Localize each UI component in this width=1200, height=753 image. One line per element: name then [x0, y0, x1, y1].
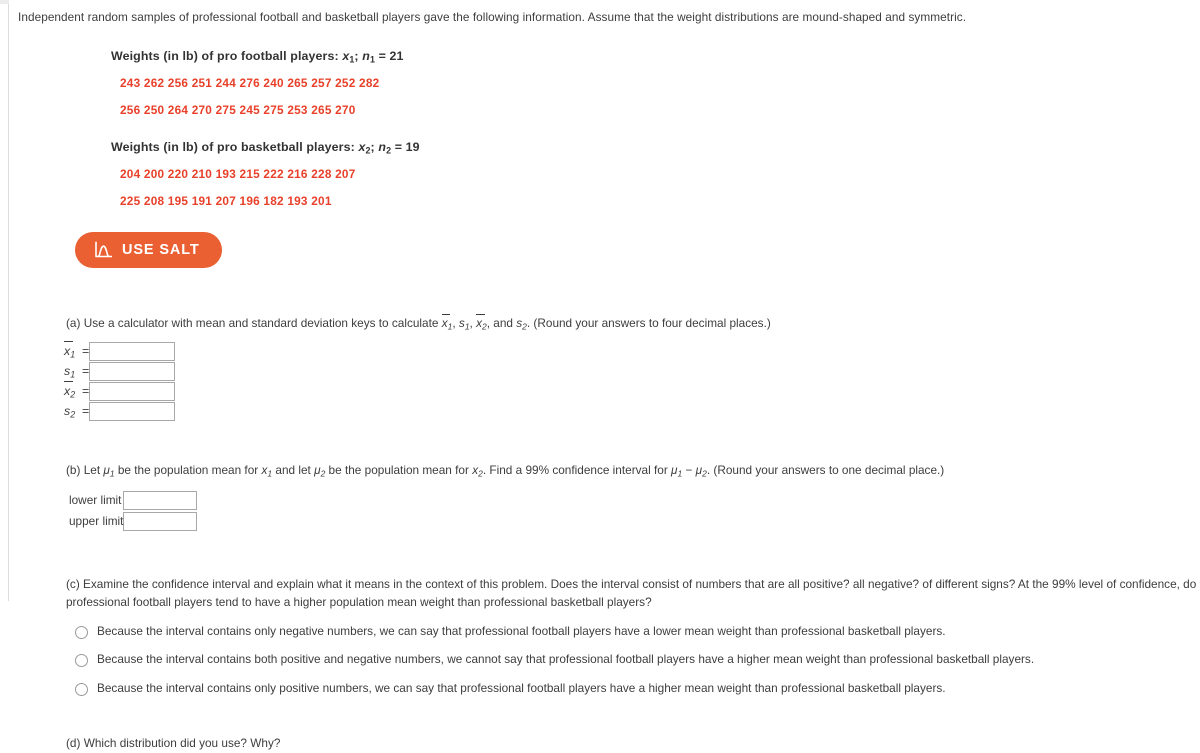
part-d-section: (d) Which distribution did you use? Why? — [66, 735, 1200, 753]
xbar2-input[interactable] — [89, 382, 176, 402]
option-label-1[interactable]: Because the interval contains only negat… — [97, 624, 946, 639]
part-b-mu1: μ1 — [103, 462, 115, 479]
part-a-text-4: , and — [486, 316, 517, 331]
part-b-limits-table: lower limit upper limit — [69, 490, 198, 532]
part-b-minus: − — [682, 462, 696, 477]
radio-option-2[interactable] — [75, 654, 88, 668]
option-label-3[interactable]: Because the interval contains only posit… — [97, 681, 946, 696]
xbar1-input[interactable] — [89, 342, 176, 362]
radio-option-3[interactable] — [75, 682, 88, 696]
basketball-title-prefix: Weights (in lb) of pro basketball player… — [111, 140, 359, 155]
normal-curve-icon — [94, 241, 113, 259]
basketball-title-eq: = 19 — [391, 140, 420, 155]
part-a-answer-table: x1 = s1 = x2 = s2 = — [64, 341, 176, 422]
part-a-text-5: . (Round your answers to four decimal pl… — [526, 316, 771, 331]
part-b-prompt: (b) Let μ1 be the population mean for x1… — [66, 462, 1200, 480]
basketball-data-row-1: 204 200 220 210 193 215 222 216 228 207 — [120, 167, 356, 182]
part-d-prompt: (d) Which distribution did you use? Why? — [66, 735, 281, 750]
label-s1: s1 = — [64, 364, 90, 381]
part-b-section: (b) Let μ1 be the population mean for x1… — [66, 462, 1200, 533]
football-title-eq: = 21 — [375, 49, 404, 64]
answer-row-xbar1: x1 = — [64, 341, 176, 362]
option-row-2[interactable]: Because the interval contains both posit… — [75, 652, 1200, 668]
use-salt-button[interactable]: USE SALT — [75, 232, 222, 269]
part-c-section: (c) Examine the confidence interval and … — [66, 576, 1200, 696]
part-b-text-3: and let — [272, 462, 315, 477]
part-b-mu1-b: μ1 — [671, 462, 683, 479]
part-b-text-5: . Find a 99% confidence interval for — [482, 462, 672, 477]
s2-input[interactable] — [89, 402, 176, 422]
part-a-s2: s2 — [516, 316, 527, 332]
part-b-mu2-b: μ2 — [695, 462, 707, 479]
upper-limit-label: upper limit — [69, 514, 124, 529]
part-b-text-2: be the population mean for — [114, 462, 262, 477]
lower-limit-input[interactable] — [123, 491, 198, 511]
label-xbar1: x1 = — [64, 341, 90, 361]
basketball-data-block: Weights (in lb) of pro basketball player… — [111, 140, 1200, 208]
option-row-3[interactable]: Because the interval contains only posit… — [75, 681, 1200, 696]
football-title-n: n — [362, 49, 370, 64]
part-b-x1: x1 — [261, 462, 273, 479]
part-a-xbar1: x1 — [441, 313, 453, 332]
part-a-text-1: (a) Use a calculator with mean and stand… — [66, 316, 442, 331]
part-b-x2: x2 — [472, 462, 483, 479]
salt-button-container: USE SALT — [75, 232, 1200, 269]
football-data-block: Weights (in lb) of pro football players:… — [111, 49, 1200, 117]
football-data-row-1: 243 262 256 251 244 276 240 265 257 252 … — [120, 76, 380, 91]
part-c-prompt: (c) Examine the confidence interval and … — [66, 577, 1197, 610]
part-a-prompt: (a) Use a calculator with mean and stand… — [66, 313, 1200, 333]
football-title-prefix: Weights (in lb) of pro football players: — [111, 49, 343, 64]
question-content: Independent random samples of profession… — [9, 0, 1200, 753]
basketball-data-row-2: 225 208 195 191 207 196 182 193 201 — [120, 194, 332, 209]
part-b-mu2: μ2 — [314, 462, 326, 479]
part-a-section: (a) Use a calculator with mean and stand… — [64, 313, 1200, 422]
answer-row-s2: s2 = — [64, 402, 176, 422]
football-data-row-2: 256 250 264 270 275 245 275 253 265 270 — [120, 103, 356, 118]
lower-limit-label: lower limit — [69, 493, 122, 508]
part-c-options: Because the interval contains only negat… — [75, 624, 1200, 696]
label-xbar2: x2 = — [64, 381, 90, 401]
part-a-text-2: , — [452, 316, 459, 331]
label-s2: s2 = — [64, 404, 90, 421]
part-a-xbar2: x2 — [476, 313, 487, 332]
use-salt-button-label: USE SALT — [122, 242, 200, 259]
radio-option-1[interactable] — [75, 625, 88, 639]
part-b-text-6: . (Round your answers to one decimal pla… — [706, 462, 945, 477]
problem-intro: Independent random samples of profession… — [18, 10, 967, 24]
upper-limit-row: upper limit — [69, 511, 198, 532]
upper-limit-input[interactable] — [123, 512, 198, 532]
question-page: Independent random samples of profession… — [9, 0, 1200, 750]
option-label-2[interactable]: Because the interval contains both posit… — [97, 652, 1034, 667]
answer-row-xbar2: x2 = — [64, 381, 176, 402]
basketball-title-n: n — [378, 140, 387, 155]
answer-row-s1: s1 = — [64, 362, 176, 382]
s1-input[interactable] — [89, 362, 176, 382]
football-data-title: Weights (in lb) of pro football players:… — [111, 49, 1200, 64]
basketball-data-title: Weights (in lb) of pro basketball player… — [111, 140, 1200, 155]
lower-limit-row: lower limit — [69, 490, 198, 511]
part-b-text-4: be the population mean for — [325, 462, 473, 477]
part-a-s1: s1 — [458, 316, 470, 332]
part-b-text-1: (b) Let — [66, 462, 104, 477]
option-row-1[interactable]: Because the interval contains only negat… — [75, 624, 1200, 639]
